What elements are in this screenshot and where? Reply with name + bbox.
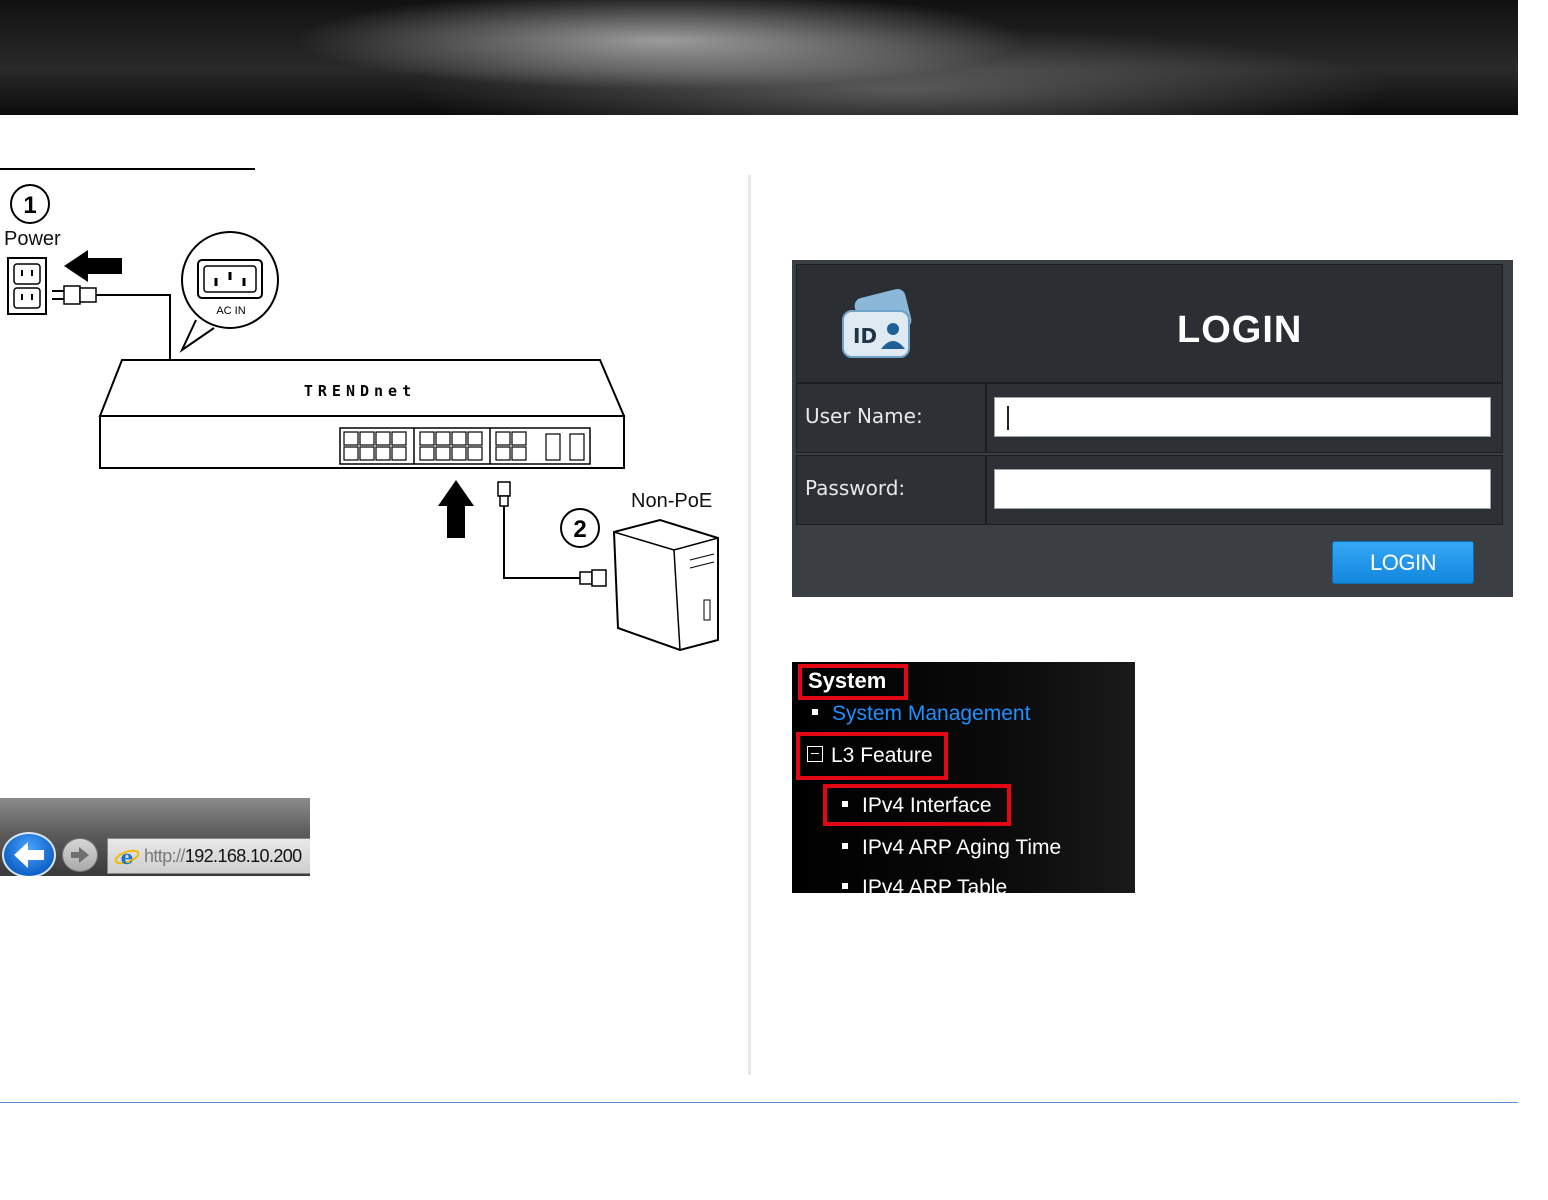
- internet-explorer-icon: e: [114, 845, 140, 869]
- bullet-icon: [812, 709, 818, 716]
- menu-item-ipv4-arp-aging-time[interactable]: IPv4 ARP Aging Time: [842, 836, 1061, 860]
- text-caret: [1007, 406, 1009, 430]
- svg-text:e: e: [121, 845, 134, 869]
- cell-separator: [985, 456, 987, 524]
- diagram-illustration: 1 AC IN TRENDnet 2: [7, 184, 719, 652]
- header-banner: [0, 0, 1518, 115]
- connection-diagram: 1 AC IN TRENDnet 2 Power Non-PoE: [0, 180, 740, 660]
- bullet-icon: [842, 883, 848, 890]
- svg-text:TRENDnet: TRENDnet: [304, 382, 416, 400]
- step-2-marker: 2: [560, 508, 600, 548]
- wall-outlet-icon: [7, 257, 47, 315]
- username-label: User Name:: [805, 404, 923, 428]
- arrow-left-icon: [14, 842, 44, 868]
- power-plug-icon: [52, 285, 171, 360]
- login-header: ID LOGIN: [796, 264, 1503, 383]
- url-scheme: http://: [144, 846, 185, 866]
- forward-button[interactable]: [62, 838, 98, 872]
- plug-in-arrow-icon: [438, 480, 474, 538]
- svg-text:AC IN: AC IN: [216, 305, 245, 317]
- password-row: Password:: [796, 455, 1503, 525]
- collapse-icon[interactable]: [807, 746, 823, 763]
- url-host: 192.168.10.200: [184, 846, 302, 866]
- menu-item-l3-feature[interactable]: L3 Feature: [807, 744, 933, 768]
- menu-item-ipv4-interface-label: IPv4 Interface: [862, 794, 992, 817]
- menu-item-system-management-label: System Management: [832, 702, 1031, 725]
- arrow-right-icon: [71, 847, 89, 863]
- bullet-icon: [842, 843, 848, 850]
- url-input[interactable]: e http://192.168.10.200: [107, 838, 310, 874]
- step-1-marker: 1: [10, 184, 50, 224]
- non-poe-label: Non-PoE: [631, 490, 713, 512]
- power-label: Power: [4, 228, 61, 250]
- menu-item-ipv4-arp-aging-time-label: IPv4 ARP Aging Time: [862, 836, 1062, 859]
- footer-rule: [0, 1102, 1518, 1103]
- login-title: LOGIN: [1177, 309, 1303, 351]
- menu-item-system[interactable]: System: [808, 668, 886, 694]
- unplug-arrow-icon: [64, 250, 122, 282]
- id-card-icon: ID: [842, 289, 912, 358]
- menu-item-l3-feature-label: L3 Feature: [831, 744, 933, 767]
- cell-separator: [985, 384, 987, 452]
- section-rule: [0, 168, 255, 170]
- column-divider: [748, 175, 751, 1075]
- back-button[interactable]: [2, 832, 56, 876]
- menu-item-ipv4-interface[interactable]: IPv4 Interface: [842, 794, 992, 818]
- computer-tower-icon: [612, 518, 719, 652]
- username-row: User Name:: [796, 383, 1503, 453]
- login-panel: ID LOGIN User Name: Password: LOGIN: [792, 260, 1513, 597]
- password-input[interactable]: [994, 469, 1491, 509]
- username-input[interactable]: [994, 397, 1491, 437]
- password-label: Password:: [805, 476, 906, 500]
- menu-item-ipv4-arp-table-label: IPv4 ARP Table: [862, 876, 1008, 893]
- browser-address-bar: e http://192.168.10.200: [0, 798, 310, 876]
- navigation-menu: System System Management L3 Feature IPv4…: [792, 662, 1135, 893]
- login-button[interactable]: LOGIN: [1332, 541, 1474, 584]
- menu-item-ipv4-arp-table[interactable]: IPv4 ARP Table: [842, 876, 1007, 893]
- svg-text:2: 2: [573, 516, 586, 543]
- url-text: http://192.168.10.200: [144, 846, 302, 867]
- bullet-icon: [842, 801, 848, 808]
- svg-text:1: 1: [23, 192, 36, 219]
- menu-item-system-management[interactable]: System Management: [812, 702, 1030, 726]
- network-switch-illustration: TRENDnet: [98, 359, 626, 469]
- svg-text:ID: ID: [853, 324, 877, 348]
- ac-in-callout: AC IN: [179, 231, 279, 353]
